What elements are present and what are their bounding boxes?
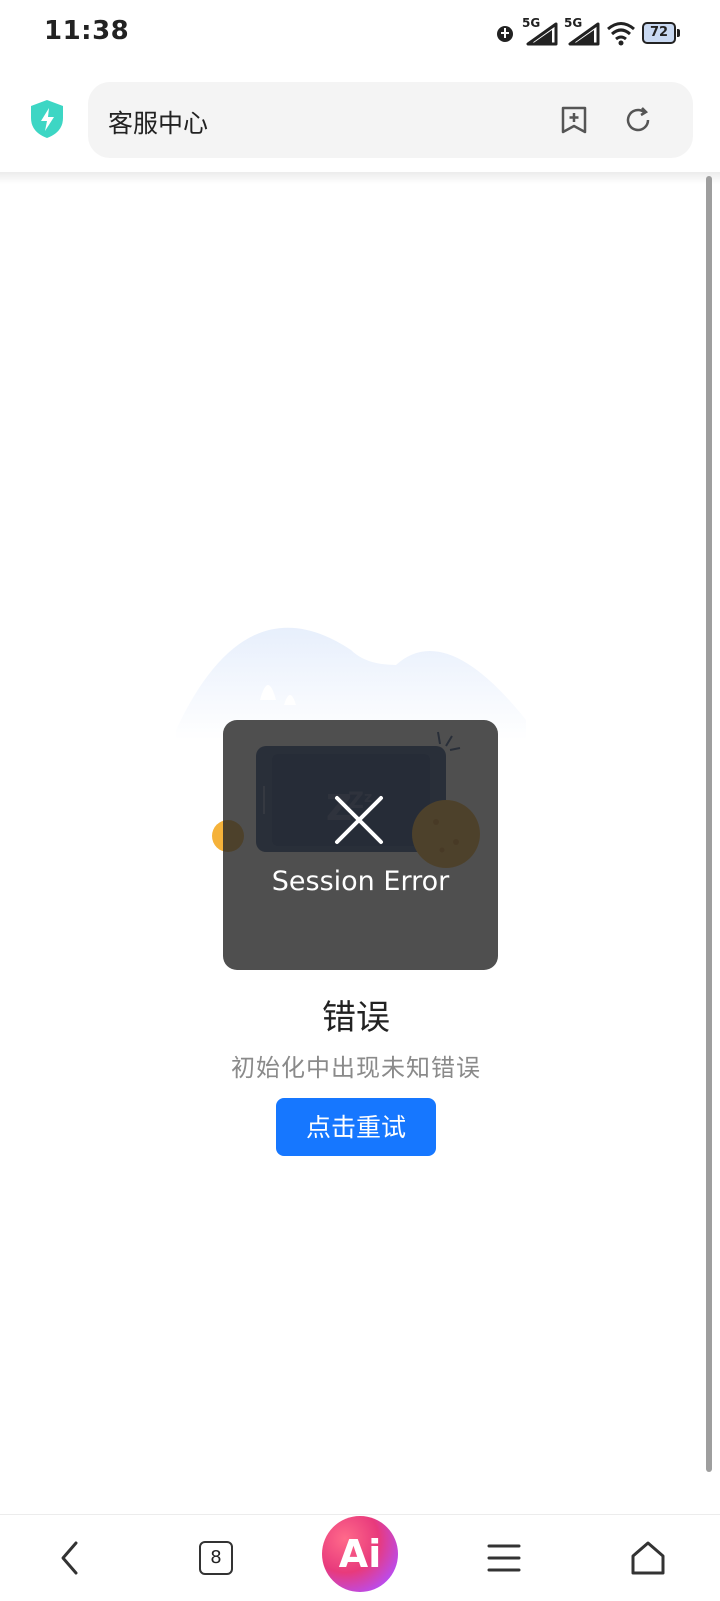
menu-icon — [487, 1544, 521, 1572]
close-x-icon — [335, 796, 383, 844]
status-icons: 5G 5G 72 — [494, 16, 680, 48]
address-bar[interactable]: 客服中心 — [88, 82, 693, 158]
home-icon — [631, 1541, 665, 1575]
session-error-toast: Session Error — [223, 720, 498, 970]
network-type-1: 5G — [522, 16, 541, 30]
shield-bolt-icon[interactable] — [28, 98, 66, 140]
status-time: 11:38 — [44, 16, 130, 46]
status-bar: 11:38 5G 5G 72 — [0, 0, 720, 68]
signal-2-icon: 5G — [564, 16, 600, 46]
network-type-2: 5G — [564, 16, 583, 30]
tabs-button[interactable]: 8 — [176, 1515, 256, 1601]
chevron-left-icon — [61, 1541, 78, 1575]
signal-1-icon: 5G — [522, 16, 558, 46]
error-description: 初始化中出现未知错误 — [231, 1054, 481, 1082]
toast-message: Session Error — [271, 866, 450, 897]
ai-label: Ai — [338, 1532, 382, 1576]
retry-button[interactable]: 点击重试 — [276, 1098, 436, 1156]
browser-toolbar: 客服中心 — [0, 68, 720, 176]
add-bookmark-icon[interactable] — [558, 104, 590, 136]
battery-icon: 72 — [642, 22, 680, 44]
wifi-icon — [607, 22, 635, 46]
home-button[interactable] — [608, 1515, 688, 1601]
tab-count: 8 — [199, 1541, 233, 1575]
battery-level: 72 — [642, 22, 676, 44]
notification-icon — [497, 26, 513, 42]
toolbar-shadow — [0, 172, 720, 184]
refresh-icon[interactable] — [622, 104, 654, 136]
page-title[interactable]: 客服中心 — [108, 104, 208, 140]
error-title: 错误 — [322, 998, 390, 1038]
menu-button[interactable] — [464, 1515, 544, 1601]
scrollbar[interactable] — [706, 176, 712, 1472]
ai-assistant-button[interactable]: Ai — [322, 1516, 398, 1592]
back-button[interactable] — [30, 1515, 110, 1601]
